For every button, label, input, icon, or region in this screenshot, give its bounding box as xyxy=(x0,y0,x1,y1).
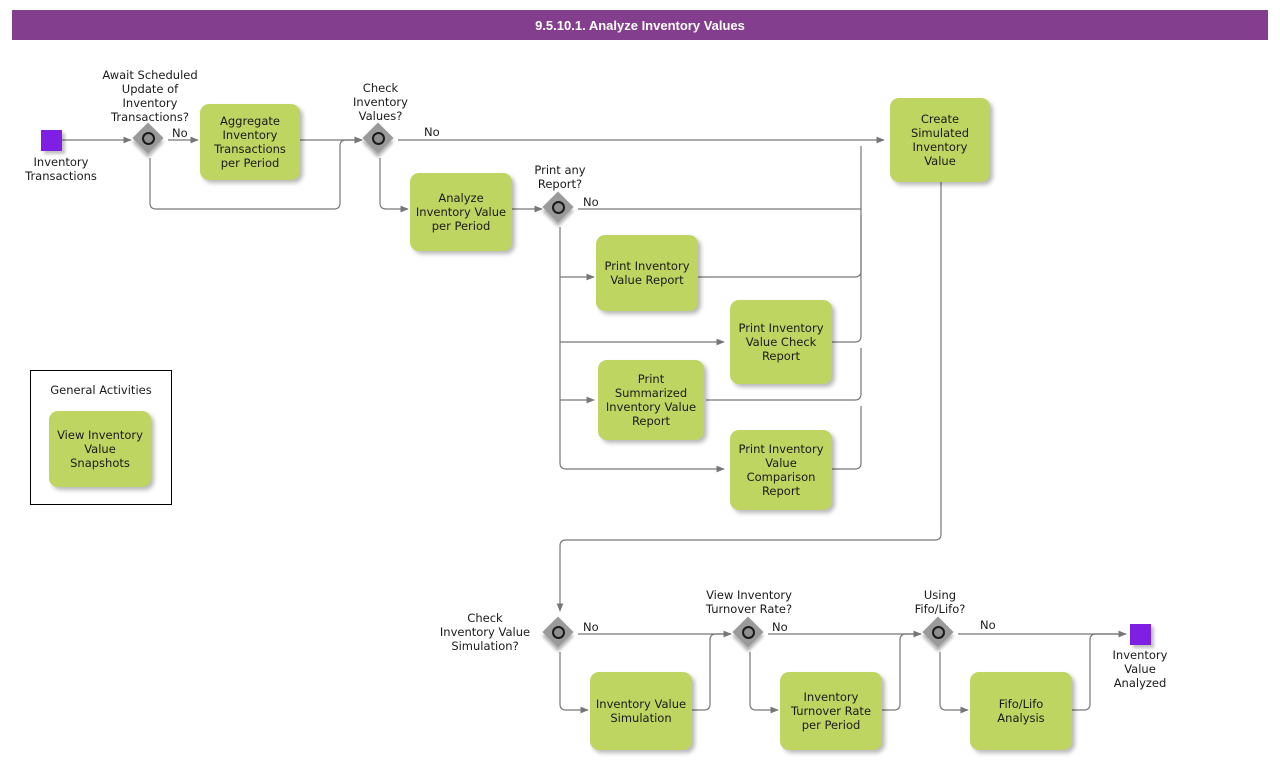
gateway-await-scheduled-update-label: Await Scheduled Update of Inventory Tran… xyxy=(102,68,198,125)
task-label: Aggregate Inventory Transactions per Per… xyxy=(214,113,286,171)
gateway-using-fifo-lifo[interactable] xyxy=(922,616,956,650)
start-event[interactable] xyxy=(41,130,62,151)
general-activities-title: General Activities xyxy=(50,383,152,397)
task-label: Print Inventory Value Check Report xyxy=(738,320,824,363)
gateway-await-scheduled-update[interactable] xyxy=(132,122,166,156)
gateway-print-any-report[interactable] xyxy=(542,191,576,225)
task-inventory-turnover-rate-per-period[interactable]: Inventory Turnover Rate per Period xyxy=(780,672,882,750)
general-activities-group: General Activities View Inventory Value … xyxy=(30,370,172,505)
start-event-label: Inventory Transactions xyxy=(25,155,97,184)
gateway-check-inventory-values-label: Check Inventory Values? xyxy=(353,81,408,124)
task-analyze-inventory-value-per-period[interactable]: Analyze Inventory Value per Period xyxy=(410,173,512,251)
task-label: View Inventory Value Snapshots xyxy=(57,427,143,470)
end-event-label: Inventory Value Analyzed xyxy=(1112,648,1168,691)
gateway-fifo-branch-no-label: No xyxy=(980,618,996,632)
gateway-print-any-report-label: Print any Report? xyxy=(534,163,586,192)
gateway-turnover-rate-label: View Inventory Turnover Rate? xyxy=(705,588,793,617)
task-label: Inventory Value Simulation xyxy=(595,696,687,725)
gateway-check-simulation-label: Check Inventory Value Simulation? xyxy=(439,611,531,654)
gateway-view-inventory-turnover-rate[interactable] xyxy=(732,616,766,650)
gateway-event-circle-icon xyxy=(371,131,385,145)
gateway-event-circle-icon xyxy=(551,625,565,639)
gateway-print-branch-no-label: No xyxy=(583,195,599,209)
task-label: Inventory Turnover Rate per Period xyxy=(790,689,872,732)
task-label: Print Inventory Value Comparison Report xyxy=(738,441,824,499)
task-print-inventory-value-comparison-report[interactable]: Print Inventory Value Comparison Report xyxy=(730,430,832,510)
gateway-fifo-lifo-label: Using Fifo/Lifo? xyxy=(914,588,966,617)
task-fifo-lifo-analysis[interactable]: Fifo/Lifo Analysis xyxy=(970,672,1072,750)
gateway-await-branch-no-label: No xyxy=(172,126,188,140)
task-label: Fifo/Lifo Analysis xyxy=(997,696,1045,725)
end-event[interactable] xyxy=(1130,624,1151,645)
task-label: Create Simulated Inventory Value xyxy=(910,111,970,169)
gateway-check-inventory-value-simulation[interactable] xyxy=(542,616,576,650)
gateway-event-circle-icon xyxy=(551,200,565,214)
task-print-summarized-inventory-value-report[interactable]: Print Summarized Inventory Value Report xyxy=(598,360,704,440)
task-label: Print Inventory Value Report xyxy=(604,258,690,287)
task-inventory-value-simulation[interactable]: Inventory Value Simulation xyxy=(590,672,692,750)
gateway-check-values-branch-no-label: No xyxy=(424,125,440,139)
gateway-event-circle-icon xyxy=(741,625,755,639)
gateway-turnover-branch-no-label: No xyxy=(772,620,788,634)
gateway-check-inventory-values[interactable] xyxy=(362,122,396,156)
diagram-canvas: Inventory Transactions Inventory Value A… xyxy=(0,0,1280,760)
task-label: Analyze Inventory Value per Period xyxy=(415,190,507,233)
task-aggregate-inventory-transactions[interactable]: Aggregate Inventory Transactions per Per… xyxy=(200,104,300,180)
gateway-event-circle-icon xyxy=(141,131,155,145)
task-print-inventory-value-report[interactable]: Print Inventory Value Report xyxy=(596,235,698,311)
gateway-simulation-branch-no-label: No xyxy=(583,620,599,634)
task-print-inventory-value-check-report[interactable]: Print Inventory Value Check Report xyxy=(730,300,832,384)
task-label: Print Summarized Inventory Value Report xyxy=(605,371,697,429)
task-view-inventory-value-snapshots[interactable]: View Inventory Value Snapshots xyxy=(49,411,151,487)
gateway-event-circle-icon xyxy=(931,625,945,639)
task-create-simulated-inventory-value[interactable]: Create Simulated Inventory Value xyxy=(890,98,990,182)
